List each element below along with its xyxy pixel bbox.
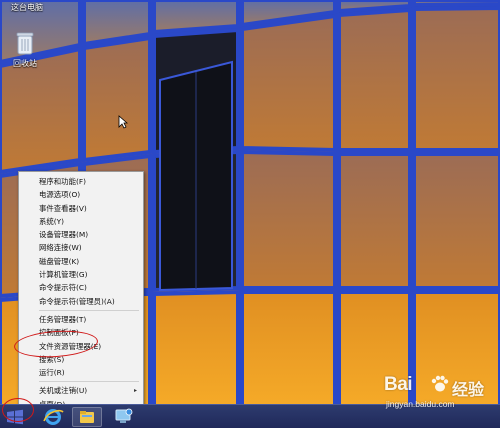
menu-item-file-explorer[interactable]: 文件资源管理器(E) xyxy=(19,340,143,353)
winx-context-menu: 程序和功能(F) 电源选项(O) 事件查看器(V) 系统(Y) 设备管理器(M)… xyxy=(18,171,144,409)
network-icon xyxy=(115,408,133,423)
menu-item-device-manager[interactable]: 设备管理器(M) xyxy=(19,228,143,241)
mouse-cursor-icon xyxy=(118,114,129,129)
menu-item-control-panel[interactable]: 控制面板(P) xyxy=(19,326,143,339)
desktop-icon-recycle-bin[interactable]: 回收站 xyxy=(0,30,52,69)
recycle-bin-icon xyxy=(13,30,37,56)
menu-item-power-options[interactable]: 电源选项(O) xyxy=(19,188,143,201)
menu-divider xyxy=(39,381,139,383)
desktop-icon-label: 这台电脑 xyxy=(11,3,43,12)
menu-item-network-connections[interactable]: 网络连接(W) xyxy=(19,241,143,254)
desktop-icon-this-pc[interactable]: 这台电脑 xyxy=(0,0,54,13)
taskbar-internet-explorer[interactable] xyxy=(38,407,68,427)
menu-divider xyxy=(39,309,139,311)
internet-explorer-icon xyxy=(43,409,64,425)
menu-item-disk-management[interactable]: 磁盘管理(K) xyxy=(19,255,143,268)
watermark-brand: Bai xyxy=(384,374,413,395)
menu-item-command-prompt[interactable]: 命令提示符(C) xyxy=(19,281,143,294)
paw-logo-icon xyxy=(430,374,450,394)
menu-item-programs-features[interactable]: 程序和功能(F) xyxy=(19,175,143,188)
watermark-suffix: 经验 xyxy=(452,380,485,399)
menu-item-event-viewer[interactable]: 事件查看器(V) xyxy=(19,202,143,215)
baidu-jingyan-watermark: Bai 经验 jingyan.baidu.com xyxy=(384,372,494,416)
file-explorer-icon xyxy=(80,411,94,423)
menu-item-computer-management[interactable]: 计算机管理(G) xyxy=(19,268,143,281)
desktop-icon-label: 回收站 xyxy=(13,59,37,68)
menu-item-label: 关机或注销(U) xyxy=(39,386,88,396)
menu-item-shutdown-signout[interactable]: 关机或注销(U) ▸ xyxy=(19,384,143,397)
taskbar-network[interactable] xyxy=(108,407,138,427)
menu-item-task-manager[interactable]: 任务管理器(T) xyxy=(19,313,143,326)
menu-item-search[interactable]: 搜索(S) xyxy=(19,353,143,366)
menu-item-system[interactable]: 系统(Y) xyxy=(19,215,143,228)
desktop: 这台电脑 回收站 程序和功能(F) 电源选项(O) 事件查看器(V) 系统(Y)… xyxy=(0,0,500,428)
start-highlight-annotation xyxy=(2,398,34,422)
submenu-arrow-icon: ▸ xyxy=(133,387,137,395)
taskbar-file-explorer[interactable] xyxy=(72,407,102,427)
menu-item-run[interactable]: 运行(R) xyxy=(19,366,143,379)
menu-item-command-prompt-admin[interactable]: 命令提示符(管理员)(A) xyxy=(19,295,143,308)
watermark-url: jingyan.baidu.com xyxy=(386,399,455,409)
